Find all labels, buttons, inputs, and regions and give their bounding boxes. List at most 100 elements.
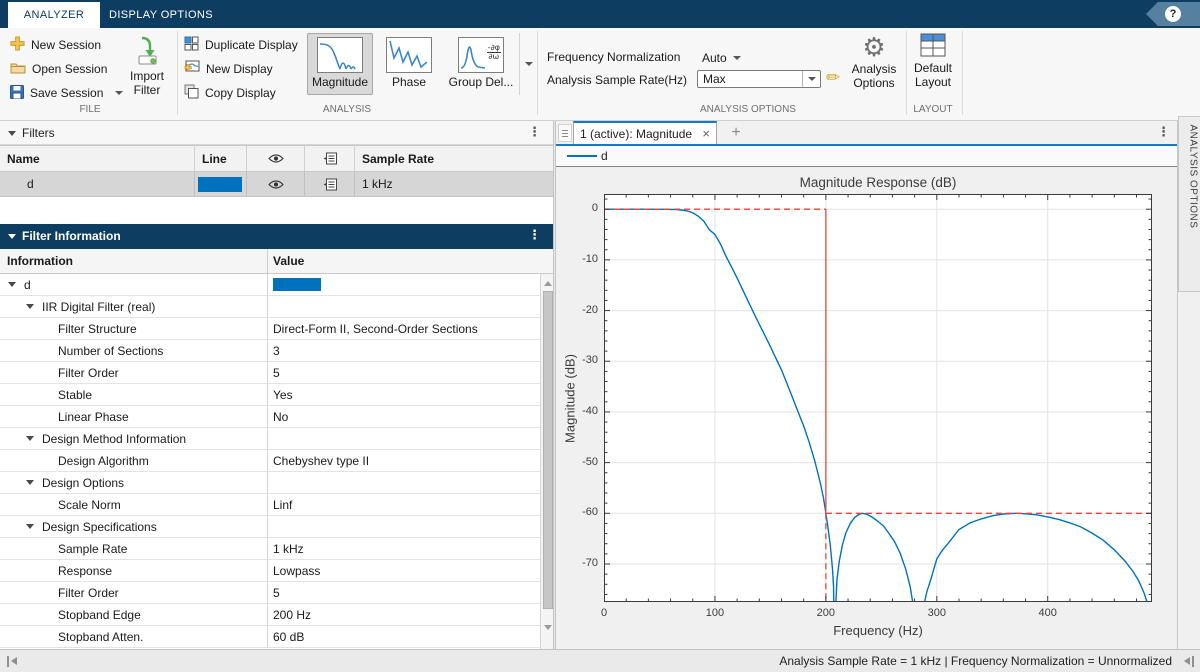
save-session-dropdown-icon[interactable] — [115, 91, 123, 95]
table-row[interactable]: Number of Sections3 — [0, 340, 540, 362]
tab-display-options[interactable]: DISPLAY OPTIONS — [106, 2, 216, 28]
table-row[interactable]: Stopband Atten.60 dB — [0, 626, 540, 648]
tab-analyzer[interactable]: ANALYZER — [8, 2, 100, 28]
copy-display-icon — [184, 84, 199, 102]
table-row[interactable]: Design AlgorithmChebyshev type II — [0, 450, 540, 472]
filter-visibility-toggle[interactable] — [247, 172, 305, 196]
chart-y-axis-label: Magnitude (dB) — [563, 329, 578, 469]
table-row[interactable]: d — [0, 274, 540, 296]
tree-expand-icon[interactable] — [8, 282, 16, 287]
chevron-down-icon — [733, 56, 741, 60]
gear-icon: ⚙ — [845, 32, 903, 62]
y-tick-label: -60 — [562, 506, 598, 518]
column-header-line[interactable]: Line — [195, 146, 247, 171]
collapse-status-icon[interactable] — [1184, 656, 1198, 667]
column-header-sample-rate[interactable]: Sample Rate — [355, 146, 553, 171]
new-session-button[interactable]: New Session — [10, 37, 101, 53]
filter-sample-rate: 1 kHz — [355, 172, 553, 196]
collapse-panel-icon[interactable] — [8, 131, 16, 136]
duplicate-display-icon — [184, 36, 199, 54]
combo-dropdown-button[interactable] — [802, 71, 820, 87]
tree-expand-icon[interactable] — [26, 480, 34, 485]
analysis-group-delay-button[interactable]: -∂φ ∂ω Group Del... — [445, 33, 517, 95]
analysis-phase-button[interactable]: Phase — [377, 33, 441, 95]
plot-svg — [604, 194, 1152, 602]
open-session-button[interactable]: Open Session — [10, 61, 107, 77]
new-display-tab-button[interactable]: + — [726, 123, 746, 143]
scrollbar-thumb[interactable] — [543, 291, 553, 609]
analysis-options-side-tab[interactable]: ANALYSIS OPTIONS — [1178, 116, 1200, 292]
analysis-magnitude-button[interactable]: Magnitude — [307, 33, 373, 95]
scroll-down-button[interactable] — [542, 620, 553, 634]
column-header-visibility[interactable] — [247, 146, 305, 171]
y-tick-label: -50 — [562, 456, 598, 468]
frequency-normalization-dropdown[interactable]: Auto — [702, 50, 741, 66]
info-label: Design Method Information — [42, 432, 186, 446]
info-value: 3 — [273, 344, 280, 358]
table-row[interactable]: Filter Order5 — [0, 582, 540, 604]
eye-icon — [268, 153, 284, 164]
analysis-options-button[interactable]: ⚙ Analysis Options — [845, 32, 903, 90]
filter-information-menu-icon[interactable]: ⋮ — [528, 230, 541, 240]
filter-information-header[interactable]: Filter Information ⋮ — [0, 224, 553, 249]
filters-menu-icon[interactable]: ⋮ — [528, 127, 541, 137]
x-tick-label: 400 — [1028, 607, 1068, 619]
tab-grip-icon[interactable] — [558, 124, 572, 142]
tree-expand-icon[interactable] — [26, 436, 34, 441]
default-layout-button[interactable]: Default Layout — [908, 32, 958, 89]
status-bar-text: Analysis Sample Rate = 1 kHz | Frequency… — [779, 654, 1172, 668]
filter-information-rows: dIIR Digital Filter (real)Filter Structu… — [0, 274, 540, 648]
info-value: Chebyshev type II — [273, 454, 369, 468]
legend-label[interactable]: d — [601, 149, 608, 163]
table-row[interactable]: Design Method Information — [0, 428, 540, 450]
table-row[interactable]: ResponseLowpass — [0, 560, 540, 582]
info-value: 60 dB — [273, 630, 304, 644]
display-tab-magnitude[interactable]: 1 (active): Magnitude × — [573, 121, 717, 144]
table-row[interactable]: Design Specifications — [0, 516, 540, 538]
info-label: Filter Structure — [58, 322, 137, 336]
column-header-value[interactable]: Value — [268, 249, 540, 273]
table-row[interactable]: Design Options — [0, 472, 540, 494]
tree-expand-icon[interactable] — [26, 524, 34, 529]
help-button[interactable]: ? — [1146, 2, 1200, 26]
filter-annotation-toggle[interactable] — [305, 172, 355, 196]
filter-line-swatch-cell[interactable] — [195, 172, 247, 196]
display-menu-icon[interactable]: ⋮ — [1157, 127, 1170, 137]
phase-icon — [386, 37, 432, 73]
gallery-expand-button[interactable] — [519, 33, 538, 95]
column-header-annotation[interactable] — [305, 146, 355, 171]
save-session-button[interactable]: Save Session — [10, 85, 123, 101]
tree-expand-icon[interactable] — [26, 304, 34, 309]
table-row[interactable]: Linear PhaseNo — [0, 406, 540, 428]
collapse-left-panel-icon[interactable] — [7, 656, 21, 667]
ribbon: New Session Open Session Save Session Im… — [0, 28, 1200, 121]
table-row[interactable]: StableYes — [0, 384, 540, 406]
table-row[interactable]: Stopband Edge200 Hz — [0, 604, 540, 626]
toolstrip-tab-bar: ANALYZER DISPLAY OPTIONS ? — [0, 0, 1200, 28]
table-row[interactable]: Filter StructureDirect-Form II, Second-O… — [0, 318, 540, 340]
table-row[interactable]: IIR Digital Filter (real) — [0, 296, 540, 318]
help-icon: ? — [1165, 6, 1181, 22]
new-display-button[interactable]: New Display — [184, 61, 273, 77]
edit-pencil-icon[interactable]: ✏ — [826, 68, 840, 88]
scroll-up-button[interactable] — [542, 276, 553, 290]
column-header-name[interactable]: Name — [0, 146, 195, 171]
analysis-sample-rate-combo[interactable]: Max — [697, 70, 821, 88]
table-row[interactable]: Scale NormLinf — [0, 494, 540, 516]
close-icon[interactable]: × — [702, 126, 710, 141]
collapse-panel-icon[interactable] — [8, 234, 16, 239]
info-value: Linf — [273, 498, 292, 512]
filters-panel-header[interactable]: Filters ⋮ — [0, 121, 553, 145]
filter-row-d[interactable]: d 1 kHz — [0, 172, 553, 197]
section-divider — [177, 31, 178, 115]
plot-area[interactable] — [604, 194, 1152, 602]
table-row[interactable]: Filter Order5 — [0, 362, 540, 384]
vertical-scrollbar[interactable] — [540, 274, 553, 649]
group-delay-icon: -∂φ ∂ω — [458, 37, 504, 73]
import-filter-button[interactable]: Import Filter — [124, 36, 170, 97]
column-header-information[interactable]: Information — [0, 249, 268, 273]
duplicate-display-button[interactable]: Duplicate Display — [184, 37, 298, 53]
table-row[interactable]: Sample Rate1 kHz — [0, 538, 540, 560]
frequency-normalization-label: Frequency Normalization — [547, 50, 680, 64]
copy-display-button[interactable]: Copy Display — [184, 85, 276, 101]
